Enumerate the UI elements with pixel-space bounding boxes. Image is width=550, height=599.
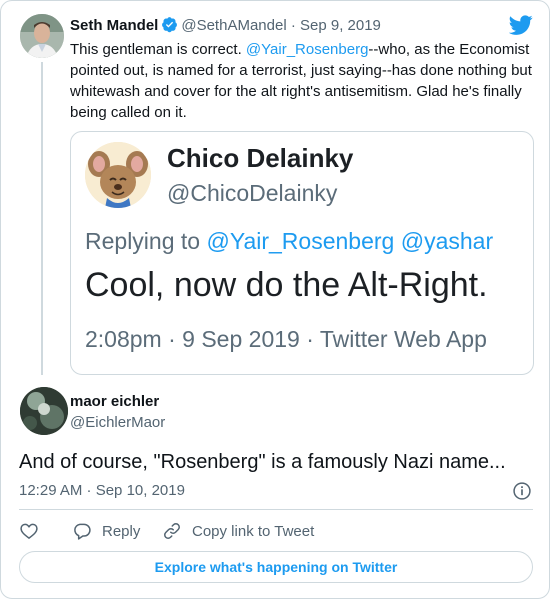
heart-icon <box>20 523 38 539</box>
screenshot-author-name: Chico Delainky <box>167 143 354 173</box>
screenshot-tweet-meta: 2:08pm · 9 Sep 2019 · Twitter Web App <box>85 326 487 352</box>
replying-label: Replying to <box>85 228 201 254</box>
parent-tweet-header: Seth Mandel @SethAMandel · Sep 9, 2019 <box>70 16 500 36</box>
main-tweet-timestamp[interactable]: 12:29 AM · Sep 10, 2019 <box>19 482 185 499</box>
thread-connector-line <box>41 62 43 375</box>
reply-label: Reply <box>102 522 141 540</box>
main-author-avatar[interactable] <box>20 387 68 435</box>
main-author-handle[interactable]: @EichlerMaor <box>70 414 165 431</box>
attached-screenshot-image[interactable]: Chico Delainky @ChicoDelainky Replying t… <box>70 131 534 375</box>
screenshot-author-handle: @ChicoDelainky <box>167 180 338 206</box>
action-divider <box>19 509 533 510</box>
screenshot-mention: @Yair_Rosenberg <box>206 228 395 254</box>
screenshot-replying-to: Replying to @Yair_Rosenberg @yashar <box>85 228 493 255</box>
parent-author-name[interactable]: Seth Mandel <box>70 17 158 34</box>
main-author-name[interactable]: maor eichler <box>70 393 159 410</box>
mention-link[interactable]: @Yair_Rosenberg <box>246 41 369 58</box>
parent-tweet-text: This gentleman is correct. @Yair_Rosenbe… <box>70 39 532 123</box>
copy-link-label: Copy link to Tweet <box>192 522 315 540</box>
embedded-tweet-card: Seth Mandel @SethAMandel · Sep 9, 2019 Th… <box>0 0 550 599</box>
screenshot-tweet-text: Cool, now do the Alt-Right. <box>85 266 488 304</box>
explore-twitter-button[interactable]: Explore what's happening on Twitter <box>19 551 533 583</box>
separator-dot: · <box>290 17 296 34</box>
reply-button[interactable]: Reply <box>72 519 140 543</box>
parent-text-segment: This gentleman is correct. <box>70 41 246 58</box>
copy-link-button[interactable]: Copy link to Tweet <box>162 519 314 543</box>
parent-tweet-date[interactable]: Sep 9, 2019 <box>300 17 381 34</box>
reply-bubble-icon <box>74 523 91 540</box>
parent-author-handle[interactable]: @SethAMandel <box>181 17 286 34</box>
verified-badge-icon <box>162 17 178 33</box>
info-icon[interactable] <box>512 481 532 501</box>
tweet-actions-bar: Reply Copy link to Tweet <box>19 519 533 543</box>
parent-author-avatar[interactable] <box>20 14 64 58</box>
twitter-bird-icon[interactable] <box>509 13 533 37</box>
screenshot-mention: @yashar <box>400 228 494 254</box>
screenshot-avatar <box>85 142 151 208</box>
link-icon <box>164 523 180 539</box>
main-tweet-text: And of course, "Rosenberg" is a famously… <box>19 451 506 473</box>
like-button[interactable] <box>19 519 39 543</box>
